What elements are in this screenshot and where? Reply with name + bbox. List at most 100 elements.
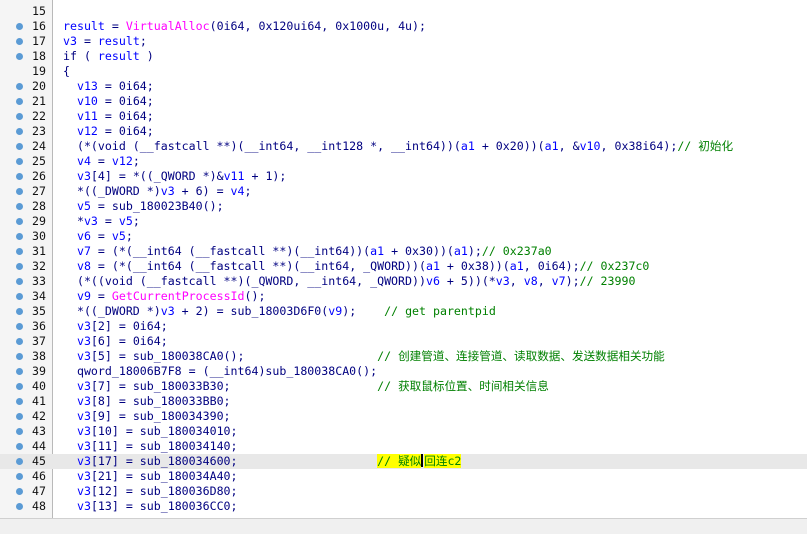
code-line[interactable]: 25 v4 = v12; [0, 154, 807, 169]
code-line[interactable]: 39 qword_18006B7F8 = (__int64)sub_180038… [0, 364, 807, 379]
code-token: = 0i64; [97, 79, 154, 93]
breakpoint-dot-icon[interactable] [16, 38, 23, 45]
code-line[interactable]: 23 v12 = 0i64; [0, 124, 807, 139]
breakpoint-dot-icon[interactable] [16, 398, 23, 405]
code-comment: // 创建管道、连接管道、读取数据、发送数据相关功能 [377, 349, 665, 363]
breakpoint-dot-icon[interactable] [16, 98, 23, 105]
breakpoint-dot-icon[interactable] [16, 143, 23, 150]
code-text: v3[8] = sub_180033BB0; [63, 394, 231, 409]
breakpoint-dot-icon[interactable] [16, 338, 23, 345]
code-line[interactable]: 40 v3[7] = sub_180033B30; // 获取鼠标位置、时间相关… [0, 379, 807, 394]
breakpoint-dot-icon[interactable] [16, 263, 23, 270]
code-line[interactable]: 32 v8 = (*(__int64 (__fastcall **)(__int… [0, 259, 807, 274]
breakpoint-dot-icon[interactable] [16, 188, 23, 195]
breakpoint-dot-icon[interactable] [16, 308, 23, 315]
code-variable: v10 [76, 94, 98, 108]
breakpoint-dot-icon[interactable] [16, 248, 23, 255]
code-line[interactable]: 30 v6 = v5; [0, 229, 807, 244]
code-text: *v3 = v5; [63, 214, 140, 229]
breakpoint-dot-icon[interactable] [16, 503, 23, 510]
breakpoint-dot-icon[interactable] [16, 218, 23, 225]
code-line[interactable]: 36 v3[2] = 0i64; [0, 319, 807, 334]
code-line[interactable]: 15 [0, 4, 807, 19]
breakpoint-dot-icon[interactable] [16, 488, 23, 495]
code-token: qword_18006B7F8 = (__int64)sub_180038CA0… [63, 364, 378, 378]
code-token: = [90, 289, 112, 303]
line-number: 43 [32, 424, 46, 438]
breakpoint-dot-icon[interactable] [16, 413, 23, 420]
breakpoint-dot-icon[interactable] [16, 443, 23, 450]
breakpoint-dot-icon[interactable] [16, 368, 23, 375]
breakpoint-dot-icon[interactable] [16, 293, 23, 300]
code-variable: v3 [160, 184, 175, 198]
code-line[interactable]: 44 v3[11] = sub_180034140; [0, 439, 807, 454]
breakpoint-dot-icon[interactable] [16, 83, 23, 90]
breakpoint-dot-icon[interactable] [16, 128, 23, 135]
breakpoint-dot-icon[interactable] [16, 233, 23, 240]
code-line[interactable]: 21 v10 = 0i64; [0, 94, 807, 109]
code-editor[interactable]: 15 16 result = VirtualAlloc(0i64, 0x120ui6… [0, 0, 807, 518]
code-line[interactable]: 43 v3[10] = sub_180034010; [0, 424, 807, 439]
code-line[interactable]: 41 v3[8] = sub_180033BB0; [0, 394, 807, 409]
code-token: [13] = sub_180036CC0; [90, 499, 238, 513]
line-number: 30 [32, 229, 46, 243]
code-line[interactable]: 38 v3[5] = sub_180038CA0(); // 创建管道、连接管道… [0, 349, 807, 364]
breakpoint-dot-icon[interactable] [16, 383, 23, 390]
code-line[interactable]: 28 v5 = sub_180023B40(); [0, 199, 807, 214]
code-token: , & [558, 139, 580, 153]
breakpoint-dot-icon[interactable] [16, 158, 23, 165]
code-line[interactable]: 34 v9 = GetCurrentProcessId(); [0, 289, 807, 304]
highlighted-comment: 回连c2 [424, 454, 462, 468]
code-line[interactable]: 33 (*((void (__fastcall **)(_QWORD, __in… [0, 274, 807, 289]
code-variable: result [63, 19, 105, 33]
code-text: v3[21] = sub_180034A40; [63, 469, 238, 484]
code-line[interactable]: 20 v13 = 0i64; [0, 79, 807, 94]
code-variable: v3 [76, 349, 91, 363]
code-line[interactable]: 16 result = VirtualAlloc(0i64, 0x120ui64,… [0, 19, 807, 34]
breakpoint-dot-icon[interactable] [16, 203, 23, 210]
horizontal-scrollbar[interactable] [0, 518, 807, 534]
line-number: 19 [32, 64, 46, 78]
code-line[interactable]: 26 v3[4] = *((_QWORD *)&v11 + 1); [0, 169, 807, 184]
breakpoint-dot-icon[interactable] [16, 428, 23, 435]
breakpoint-dot-icon[interactable] [16, 173, 23, 180]
breakpoint-dot-icon[interactable] [16, 113, 23, 120]
pseudocode-view: 15 16 result = VirtualAlloc(0i64, 0x120ui6… [0, 0, 807, 534]
code-variable: v11 [223, 169, 245, 183]
breakpoint-dot-icon[interactable] [16, 473, 23, 480]
code-line[interactable]: 35 *((_DWORD *)v3 + 2) = sub_18003D6F0(v… [0, 304, 807, 319]
code-api-call: VirtualAlloc [125, 19, 210, 33]
code-line[interactable]: 46 v3[21] = sub_180034A40; [0, 469, 807, 484]
code-token: = [97, 214, 119, 228]
code-line[interactable]: 19 { [0, 64, 807, 79]
breakpoint-dot-icon[interactable] [16, 278, 23, 285]
code-line[interactable]: 37 v3[6] = 0i64; [0, 334, 807, 349]
code-line[interactable]: 22 v11 = 0i64; [0, 109, 807, 124]
code-text: v9 = GetCurrentProcessId(); [63, 289, 266, 304]
code-line[interactable]: 24 (*(void (__fastcall **)(__int64, __in… [0, 139, 807, 154]
code-line[interactable]: 18 if ( result ) [0, 49, 807, 64]
code-variable: a1 [460, 139, 475, 153]
code-line[interactable]: 29 *v3 = v5; [0, 214, 807, 229]
breakpoint-dot-icon[interactable] [16, 323, 23, 330]
code-line[interactable]: 42 v3[9] = sub_180034390; [0, 409, 807, 424]
line-number: 18 [32, 49, 46, 63]
code-line[interactable]: 47 v3[12] = sub_180036D80; [0, 484, 807, 499]
code-line[interactable]: 17 v3 = result; [0, 34, 807, 49]
breakpoint-dot-icon[interactable] [16, 53, 23, 60]
breakpoint-dot-icon[interactable] [16, 458, 23, 465]
code-variable: v3 [76, 409, 91, 423]
line-number: 40 [32, 379, 46, 393]
code-token: = [76, 34, 98, 48]
code-line[interactable]: 31 v7 = (*(__int64 (__fastcall **)(__int… [0, 244, 807, 259]
code-line[interactable]: 27 *((_DWORD *)v3 + 6) = v4; [0, 184, 807, 199]
code-text: result = VirtualAlloc(0i64, 0x120ui64, 0… [63, 19, 426, 34]
line-number: 26 [32, 169, 46, 183]
breakpoint-dot-icon[interactable] [16, 23, 23, 30]
code-line[interactable]: 48 v3[13] = sub_180036CC0; [0, 499, 807, 514]
code-line[interactable]: 45 v3[17] = sub_180034600; // 疑似 回连c2 [0, 454, 807, 469]
breakpoint-dot-icon[interactable] [16, 353, 23, 360]
